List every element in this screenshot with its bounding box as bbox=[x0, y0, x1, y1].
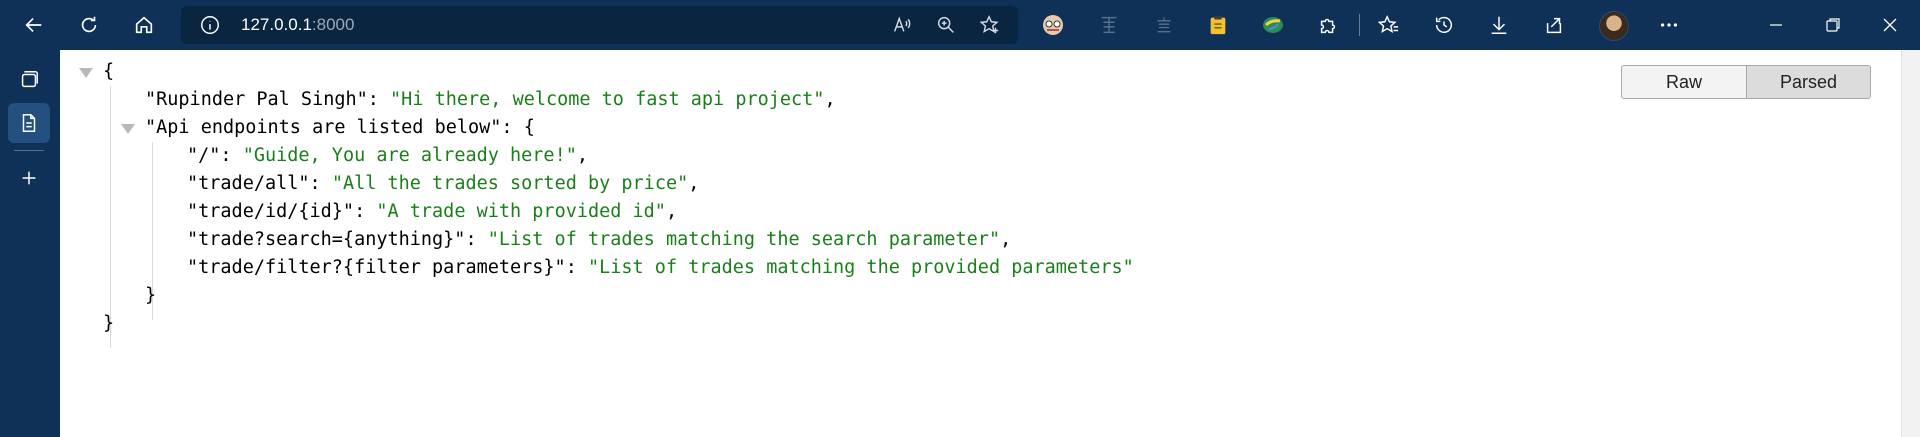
page-scrollbar[interactable] bbox=[1901, 50, 1920, 437]
minimize-icon bbox=[1770, 24, 1782, 26]
tab-actions-button[interactable] bbox=[8, 60, 50, 100]
add-favorite-icon[interactable] bbox=[979, 14, 1001, 36]
json-key: "Api endpoints are listed below" bbox=[145, 117, 502, 138]
extension-reader-icon[interactable] bbox=[1096, 12, 1122, 38]
more-options-icon[interactable] bbox=[1656, 12, 1682, 38]
root-indent-guide bbox=[110, 86, 111, 348]
json-string-value: "List of trades matching the search para… bbox=[487, 229, 1001, 250]
close-icon bbox=[1883, 18, 1897, 32]
json-key: "trade?search={anything}" bbox=[187, 229, 466, 250]
vertical-tabs-sidebar bbox=[0, 50, 60, 437]
home-icon bbox=[135, 16, 153, 34]
url-port: :8000 bbox=[311, 15, 355, 34]
url-text[interactable]: 127.0.0.1:8000 bbox=[241, 15, 354, 35]
json-key: "trade/all" bbox=[187, 173, 310, 194]
page-icon bbox=[22, 114, 36, 132]
refresh-icon bbox=[81, 16, 97, 33]
restore-button[interactable] bbox=[1806, 3, 1860, 47]
share-icon[interactable] bbox=[1541, 12, 1567, 38]
profile-avatar[interactable] bbox=[1599, 11, 1629, 41]
json-key: "Rupinder Pal Singh" bbox=[145, 89, 368, 110]
back-arrow-icon bbox=[25, 17, 42, 33]
home-button[interactable] bbox=[122, 3, 166, 47]
json-entry-row: "trade/filter?{filter parameters}": "Lis… bbox=[187, 257, 1134, 278]
json-entry-row: "trade/all": "All the trades sorted by p… bbox=[187, 173, 700, 194]
json-line-greeting: "Rupinder Pal Singh": "Hi there, welcome… bbox=[145, 89, 836, 110]
history-icon[interactable] bbox=[1431, 12, 1457, 38]
refresh-button[interactable] bbox=[67, 3, 111, 47]
sidebar-divider bbox=[14, 150, 44, 151]
restore-icon bbox=[1826, 18, 1840, 32]
tab-current-page[interactable] bbox=[8, 103, 50, 143]
json-key: "trade/id/{id}" bbox=[187, 201, 355, 222]
view-mode-toggle: Raw Parsed bbox=[1621, 65, 1871, 99]
browser-toolbar: 127.0.0.1:8000 bbox=[0, 0, 1920, 50]
new-tab-button[interactable] bbox=[8, 158, 50, 198]
favorites-icon[interactable] bbox=[1376, 12, 1402, 38]
collapse-root-toggle[interactable] bbox=[79, 68, 93, 78]
extension-translate-icon[interactable] bbox=[1151, 12, 1177, 38]
json-key: "trade/filter?{filter parameters}" bbox=[187, 257, 566, 278]
toolbar-divider bbox=[1359, 14, 1360, 36]
json-close-brace: } bbox=[103, 313, 115, 334]
json-string-value: "All the trades sorted by price" bbox=[331, 173, 689, 194]
tab-actions-icon bbox=[21, 71, 38, 88]
json-inner-close-brace: } bbox=[145, 285, 157, 306]
collapse-endpoints-toggle[interactable] bbox=[121, 124, 135, 134]
json-string-value: "List of trades matching the provided pa… bbox=[587, 257, 1134, 278]
minimize-button[interactable] bbox=[1749, 3, 1803, 47]
downloads-icon[interactable] bbox=[1486, 12, 1512, 38]
json-entry-row: "trade/id/{id}": "A trade with provided … bbox=[187, 201, 678, 222]
json-string-value: "A trade with provided id" bbox=[376, 201, 666, 222]
back-button[interactable] bbox=[12, 3, 56, 47]
json-line-endpoints-key: "Api endpoints are listed below": { bbox=[145, 117, 535, 138]
json-open-brace: { bbox=[103, 61, 115, 82]
json-key: "/" bbox=[187, 145, 221, 166]
json-string-value: "Guide, You are already here!" bbox=[242, 145, 577, 166]
json-entry-row: "trade?search={anything}": "List of trad… bbox=[187, 229, 1012, 250]
close-button[interactable] bbox=[1863, 3, 1917, 47]
extensions-puzzle-icon[interactable] bbox=[1315, 12, 1341, 38]
zoom-icon[interactable] bbox=[935, 14, 957, 36]
page-content: Raw Parsed { "Rupinder Pal Singh": "Hi t… bbox=[60, 50, 1901, 437]
json-string-value: "Hi there, welcome to fast api project" bbox=[390, 89, 825, 110]
plus-icon bbox=[22, 171, 36, 185]
extension-glasses-icon[interactable] bbox=[1040, 12, 1066, 38]
site-info-icon[interactable] bbox=[199, 14, 221, 36]
extension-clipboard-icon[interactable] bbox=[1205, 12, 1231, 38]
address-bar[interactable]: 127.0.0.1:8000 bbox=[181, 6, 1018, 44]
url-host: 127.0.0.1 bbox=[241, 15, 312, 34]
json-entry-row: "/": "Guide, You are already here!", bbox=[187, 145, 588, 166]
parsed-view-button[interactable]: Parsed bbox=[1747, 65, 1871, 99]
raw-view-button[interactable]: Raw bbox=[1621, 65, 1747, 99]
read-aloud-icon[interactable] bbox=[891, 14, 913, 36]
extension-globe-icon[interactable] bbox=[1260, 12, 1286, 38]
